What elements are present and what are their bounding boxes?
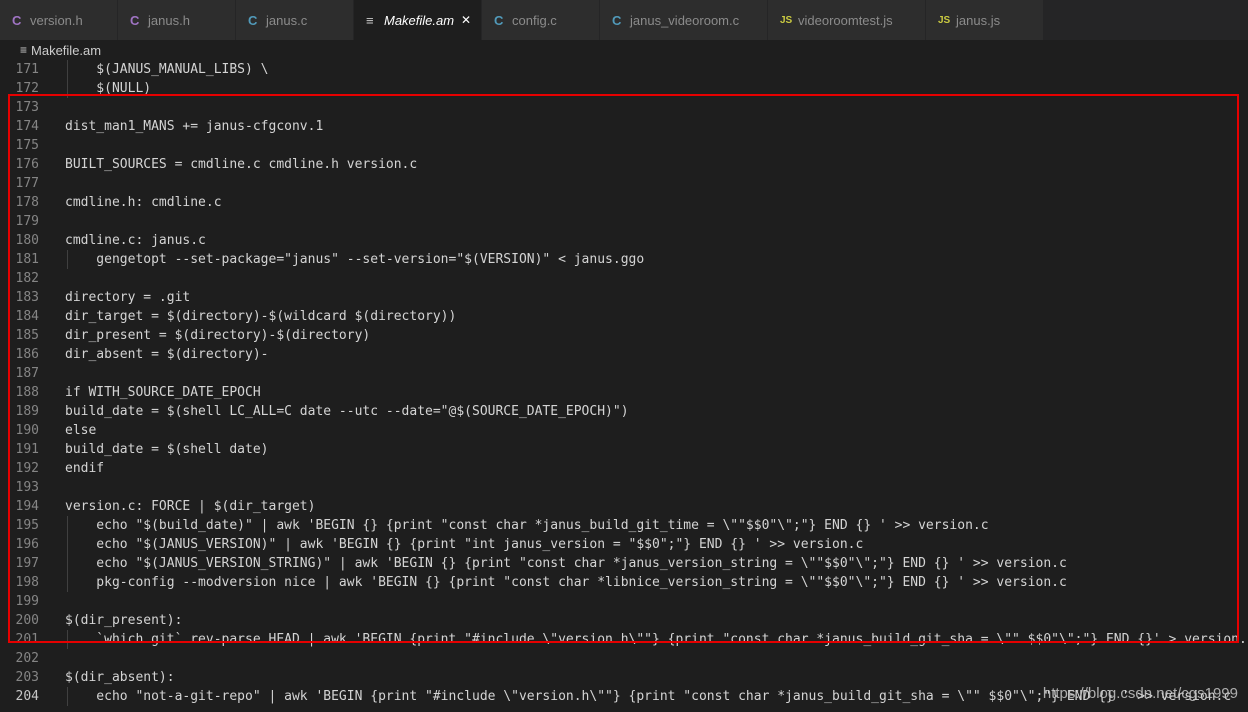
line-number: 184 xyxy=(15,309,39,324)
code-editor[interactable]: 171 $(JANUS_MANUAL_LIBS) \ 172 $(NULL) 173… xyxy=(0,60,1248,712)
line-text: cmdline.h: cmdline.c xyxy=(65,195,222,210)
line-number: 195 xyxy=(15,518,39,533)
line-text: $(JANUS_MANUAL_LIBS) \ xyxy=(65,62,269,77)
line-number: 200 xyxy=(15,613,39,628)
line-number: 188 xyxy=(15,385,39,400)
line-number: 193 xyxy=(15,480,39,495)
line-number: 185 xyxy=(15,328,39,343)
tab-label: Makefile.am xyxy=(384,12,455,28)
makefile-icon: ≡ xyxy=(20,43,28,57)
line-number: 190 xyxy=(15,423,39,438)
line-number: 192 xyxy=(15,461,39,476)
tab-label: janus.c xyxy=(266,12,308,28)
makefile-icon: ≡ xyxy=(366,12,374,28)
line-number: 203 xyxy=(15,670,39,685)
line-number: 172 xyxy=(15,81,39,96)
line-number: 173 xyxy=(15,100,39,115)
line-number: 186 xyxy=(15,347,39,362)
breadcrumb[interactable]: ≡ Makefile.am xyxy=(0,40,1248,60)
tab-label: janus.js xyxy=(956,12,1001,28)
tab-label: janus_videoroom.c xyxy=(630,12,740,28)
line-number: 178 xyxy=(15,195,39,210)
watermark: https://blog.csdn.net/cgs1999 xyxy=(1042,685,1238,702)
line-text: directory = .git xyxy=(65,290,191,305)
line-number: 189 xyxy=(15,404,39,419)
tab-label: version.h xyxy=(30,12,83,28)
c-file-icon: C xyxy=(12,12,22,28)
tab-janus_videoroom-c[interactable]: Cjanus_videoroom.c xyxy=(600,0,768,40)
line-number: 175 xyxy=(15,138,39,153)
line-number: 201 xyxy=(15,632,39,647)
line-text: endif xyxy=(65,461,105,476)
c-file-icon: C xyxy=(612,12,622,28)
line-text: echo "$(JANUS_VERSION_STRING)" | awk 'BE… xyxy=(65,556,1067,571)
tab-bar: Cversion.h Cjanus.h Cjanus.c ≡ Makefile.am ✕ C… xyxy=(0,0,1248,40)
tab-label: videoroomtest.js xyxy=(798,12,893,28)
line-number: 183 xyxy=(15,290,39,305)
line-number: 191 xyxy=(15,442,39,457)
line-number: 199 xyxy=(15,594,39,609)
line-number: 198 xyxy=(15,575,39,590)
line-text: echo "$(JANUS_VERSION)" | awk 'BEGIN {} … xyxy=(65,537,864,552)
tab-janus-h[interactable]: Cjanus.h xyxy=(118,0,236,40)
line-number: 180 xyxy=(15,233,39,248)
line-text: if WITH_SOURCE_DATE_EPOCH xyxy=(65,385,261,400)
line-number: 179 xyxy=(15,214,39,229)
js-file-icon: JS xyxy=(780,14,793,26)
tab-videoroomtest-js[interactable]: JS videoroomtest.js xyxy=(768,0,926,40)
line-number: 194 xyxy=(15,499,39,514)
line-number: 197 xyxy=(15,556,39,571)
line-number: 204 xyxy=(15,689,39,704)
tab-janus-js[interactable]: JS janus.js xyxy=(926,0,1044,40)
line-number: 182 xyxy=(15,271,39,286)
line-number: 174 xyxy=(15,119,39,134)
close-icon[interactable]: ✕ xyxy=(461,13,471,27)
line-text: dir_absent = $(directory)- xyxy=(65,347,269,362)
line-text: build_date = $(shell date) xyxy=(65,442,269,457)
line-text: $(dir_absent): xyxy=(65,670,175,685)
line-text: pkg-config --modversion nice | awk 'BEGI… xyxy=(65,575,1067,590)
js-file-icon: JS xyxy=(938,14,951,26)
line-text: dir_present = $(directory)-$(directory) xyxy=(65,328,371,343)
line-text: $(NULL) xyxy=(65,81,152,96)
breadcrumb-label[interactable]: Makefile.am xyxy=(31,43,101,58)
tab-janus-c[interactable]: Cjanus.c xyxy=(236,0,354,40)
tab-version-h[interactable]: Cversion.h xyxy=(0,0,118,40)
line-text: version.c: FORCE | $(dir_target) xyxy=(65,499,316,514)
c-file-icon: C xyxy=(494,12,504,28)
line-number: 181 xyxy=(15,252,39,267)
line-number: 202 xyxy=(15,651,39,666)
c-file-icon: C xyxy=(248,12,258,28)
line-number: 176 xyxy=(15,157,39,172)
line-text: dist_man1_MANS += janus-cfgconv.1 xyxy=(65,119,324,134)
line-number: 177 xyxy=(15,176,39,191)
line-text: $(dir_present): xyxy=(65,613,183,628)
line-text: BUILT_SOURCES = cmdline.c cmdline.h vers… xyxy=(65,157,418,172)
tab-label: config.c xyxy=(512,12,557,28)
line-number: 171 xyxy=(15,62,39,77)
line-number: 196 xyxy=(15,537,39,552)
line-text: dir_target = $(directory)-$(wildcard $(d… xyxy=(65,309,457,324)
line-text: `which git` rev-parse HEAD | awk 'BEGIN … xyxy=(65,632,1248,647)
tab-makefile-am[interactable]: ≡ Makefile.am ✕ xyxy=(354,0,482,40)
tab-label: janus.h xyxy=(148,12,190,28)
line-text: gengetopt --set-package="janus" --set-ve… xyxy=(65,252,645,267)
c-file-icon: C xyxy=(130,12,140,28)
tab-config-c[interactable]: Cconfig.c xyxy=(482,0,600,40)
line-text: cmdline.c: janus.c xyxy=(65,233,206,248)
line-text: build_date = $(shell LC_ALL=C date --utc… xyxy=(65,404,629,419)
line-number: 187 xyxy=(15,366,39,381)
line-text: else xyxy=(65,423,97,438)
line-text: echo "$(build_date)" | awk 'BEGIN {} {pr… xyxy=(65,518,989,533)
